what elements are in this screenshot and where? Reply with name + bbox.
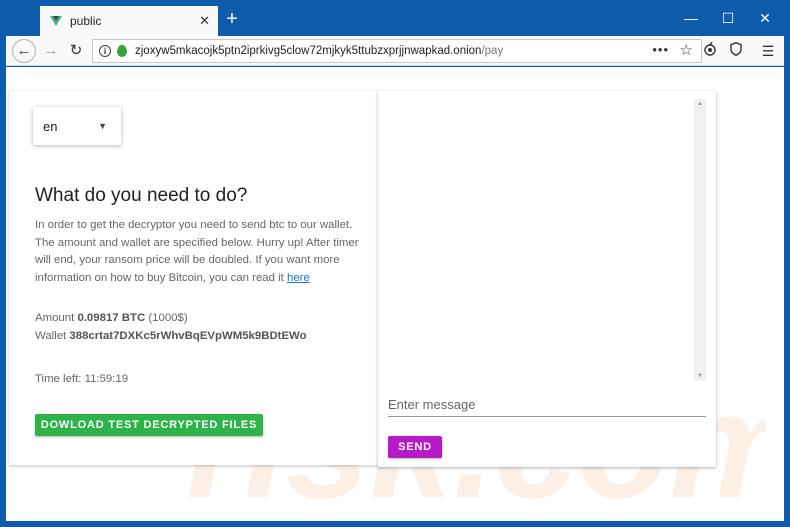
payment-card: en ▼ What do you need to do? In order to… [9,91,381,465]
wallet-line: Wallet 388crtat7DXKc5rWhvBqEVpWM5k9BDtEW… [35,330,307,342]
instructions-body: In order to get the decryptor you need t… [35,219,359,284]
close-window-button[interactable]: ✕ [755,10,775,26]
here-link[interactable]: here [287,272,310,284]
info-icon[interactable]: i [99,45,111,57]
address-bar[interactable]: i zjoxyw5mkacojk5ptn2iprkivg5clow72mjkyk… [92,39,702,63]
language-value: en [43,118,58,134]
chevron-down-icon: ▼ [98,121,107,131]
amount-btc: 0.09817 BTC [77,312,146,324]
reload-button[interactable]: ↻ [64,39,88,63]
time-left-label: Time left: [35,373,82,385]
browser-tab[interactable]: public ✕ [40,6,218,36]
url-path: /pay [481,45,504,57]
download-test-files-button[interactable]: DOWLOAD TEST DECRYPTED FILES [35,414,263,436]
minimize-button[interactable]: — [681,10,701,26]
amount-label: Amount [35,312,75,324]
timer: Time left: 11:59:19 [35,373,128,385]
chat-messages-area[interactable]: ▲ ▼ [388,99,706,381]
menu-icon[interactable]: ☰ [758,41,778,61]
scroll-up-icon[interactable]: ▲ [694,99,706,109]
tab-close-icon[interactable]: ✕ [199,13,210,29]
chat-card: ▲ ▼ SEND [378,91,716,467]
message-input[interactable] [388,393,706,417]
page-actions-icon[interactable]: ••• [652,42,669,57]
back-button[interactable]: ← [12,39,36,63]
chat-scrollbar[interactable]: ▲ ▼ [694,99,706,381]
navigation-bar: ← → ↻ i zjoxyw5mkacojk5ptn2iprkivg5clow7… [6,36,784,66]
instructions-text: In order to get the decryptor you need t… [35,217,365,287]
send-button[interactable]: SEND [388,436,442,458]
maximize-button[interactable]: ☐ [718,10,738,26]
page-content: PC risk.com en ▼ What do you need to do?… [6,67,784,521]
wallet-address: 388crtat7DXKc5rWhvBqEVpWM5k9BDtEWo [69,330,307,342]
tor-onion-icon[interactable] [700,41,720,61]
forward-button[interactable]: → [39,39,63,63]
page-title: What do you need to do? [35,185,248,206]
language-select[interactable]: en ▼ [33,107,121,145]
tab-title: public [70,14,102,28]
amount-line: Amount 0.09817 BTC (1000$) [35,312,188,324]
onion-icon [117,45,127,57]
vue-logo-icon [50,16,62,26]
bookmark-star-icon[interactable]: ☆ [680,41,693,59]
browser-window: public ✕ + — ☐ ✕ ← → ↻ i zjoxyw5mkacojk5… [0,0,790,527]
scroll-down-icon[interactable]: ▼ [694,371,706,381]
title-bar: public ✕ + — ☐ ✕ [0,0,790,36]
wallet-label: Wallet [35,330,67,342]
new-tab-button[interactable]: + [220,8,244,32]
shield-icon[interactable] [726,41,746,61]
url-domain: zjoxyw5mkacojk5ptn2iprkivg5clow72mjkyk5t… [135,45,482,57]
time-left-value: 11:59:19 [84,373,129,385]
amount-usd: (1000$) [148,312,188,324]
url-text: zjoxyw5mkacojk5ptn2iprkivg5clow72mjkyk5t… [135,45,503,57]
